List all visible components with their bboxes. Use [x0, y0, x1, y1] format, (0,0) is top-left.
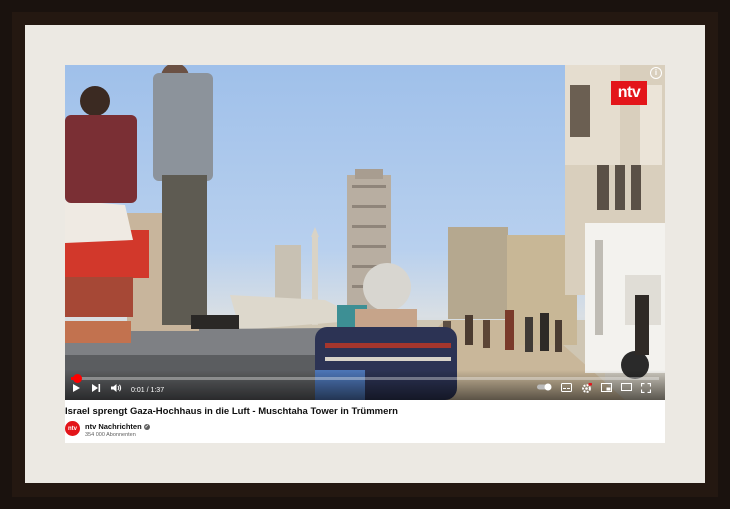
theater-icon: [621, 383, 632, 391]
info-icon[interactable]: i: [650, 67, 662, 79]
progress-bar[interactable]: [71, 374, 659, 383]
ntv-logo: ntv: [611, 81, 647, 105]
subtitles-button[interactable]: [561, 383, 575, 397]
subtitles-icon: [561, 383, 572, 392]
play-button[interactable]: [71, 383, 85, 397]
time-total: 1:37: [150, 386, 165, 394]
next-button[interactable]: [91, 383, 105, 397]
play-icon: [73, 384, 80, 392]
progress-scrubber-handle[interactable]: [73, 374, 82, 383]
next-icon: [92, 384, 101, 392]
autoplay-toggle-icon: [537, 383, 552, 391]
time-current: 0:01: [131, 386, 145, 394]
channel-avatar[interactable]: ntv: [65, 421, 80, 436]
miniplayer-button[interactable]: [601, 383, 615, 397]
time-display: 0:01 / 1:37: [131, 383, 164, 397]
subscriber-count: 354 000 Abonnenten: [85, 432, 136, 438]
volume-icon: [111, 384, 122, 392]
settings-icon: [582, 383, 592, 393]
miniplayer-icon: [601, 383, 612, 392]
fullscreen-icon: [641, 383, 651, 393]
video-title[interactable]: Israel sprengt Gaza-Hochhaus in die Luft…: [65, 406, 665, 417]
video-player[interactable]: ntv i 0:01 / 1:37: [65, 65, 665, 400]
theater-mode-button[interactable]: [621, 383, 635, 397]
fullscreen-button[interactable]: [641, 383, 655, 397]
settings-button[interactable]: [581, 383, 595, 397]
channel-name-row: ntv Nachrichten ✓: [85, 422, 150, 431]
volume-button[interactable]: [111, 383, 125, 397]
youtube-watch-page: ntv i 0:01 / 1:37 Israel sprengt Gaza-Ho…: [65, 65, 665, 443]
verified-badge-icon: ✓: [143, 424, 150, 431]
channel-name[interactable]: ntv Nachrichten: [85, 422, 142, 431]
autoplay-toggle[interactable]: [537, 383, 555, 397]
video-frame-scene: [65, 65, 665, 400]
